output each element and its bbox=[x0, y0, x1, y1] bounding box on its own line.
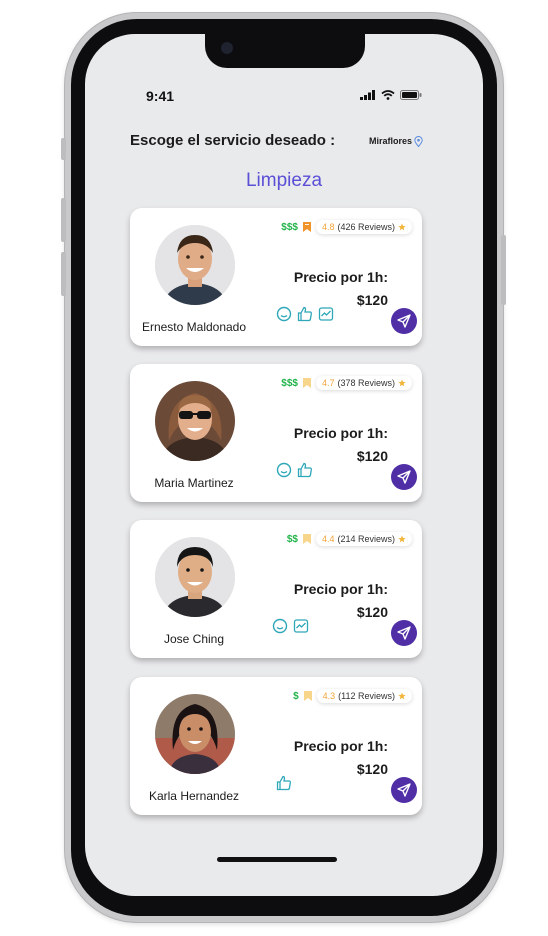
thumbs-up-icon bbox=[297, 462, 312, 478]
volume-down-button bbox=[61, 252, 66, 296]
provider-name: Karla Hernandez bbox=[148, 789, 240, 803]
send-request-button[interactable] bbox=[391, 464, 417, 490]
bookmark-icon[interactable] bbox=[303, 691, 312, 701]
price-label: Precio por 1h: bbox=[293, 269, 388, 285]
status-time: 9:41 bbox=[146, 88, 175, 104]
rating-value: 4.8 bbox=[321, 222, 335, 232]
power-button bbox=[501, 235, 506, 305]
provider-name: Maria Martinez bbox=[154, 476, 234, 490]
price-level: $ bbox=[293, 690, 299, 702]
paper-plane-icon bbox=[397, 783, 411, 797]
app-screen: 9:41 Escoge el servicio deseado : Mirafl… bbox=[85, 34, 483, 896]
star-icon bbox=[398, 535, 406, 543]
status-icons bbox=[360, 90, 422, 100]
volume-up-button bbox=[61, 198, 66, 242]
avatar bbox=[155, 537, 235, 617]
rating-pill: 4.7 (378 Reviews) bbox=[315, 376, 412, 390]
smile-icon bbox=[272, 618, 288, 634]
chart-icon bbox=[293, 619, 309, 633]
bookmark-icon[interactable] bbox=[302, 222, 311, 232]
review-count: (378 Reviews) bbox=[337, 378, 395, 388]
smile-icon bbox=[276, 462, 292, 478]
price-value: $120 bbox=[356, 761, 388, 777]
price-level: $$$ bbox=[281, 377, 298, 389]
price-label: Precio por 1h: bbox=[293, 738, 388, 754]
star-icon bbox=[398, 223, 406, 231]
smile-icon bbox=[276, 306, 292, 322]
send-request-button[interactable] bbox=[391, 620, 417, 646]
review-count: (426 Reviews) bbox=[337, 222, 395, 232]
feature-icons bbox=[276, 306, 334, 322]
rating-row: $$ 4.4 (214 Reviews) bbox=[287, 532, 412, 546]
rating-pill: 4.3 (112 Reviews) bbox=[316, 689, 412, 703]
wifi-icon bbox=[381, 90, 395, 100]
bookmark-icon[interactable] bbox=[302, 378, 311, 388]
notch bbox=[205, 34, 365, 68]
location-pin-icon bbox=[414, 136, 423, 147]
rating-row: $$$ 4.7 (378 Reviews) bbox=[281, 376, 412, 390]
rating-value: 4.4 bbox=[321, 534, 335, 544]
provider-card[interactable]: Ernesto Maldonado $$$ 4.8 (426 Reviews) … bbox=[130, 208, 422, 346]
provider-card[interactable]: Jose Ching $$ 4.4 (214 Reviews) Precio p… bbox=[130, 520, 422, 658]
feature-icons bbox=[276, 775, 292, 791]
provider-name: Ernesto Maldonado bbox=[141, 320, 247, 334]
star-icon bbox=[398, 692, 406, 700]
home-indicator[interactable] bbox=[217, 857, 337, 862]
price-label: Precio por 1h: bbox=[293, 581, 388, 597]
avatar bbox=[155, 225, 235, 305]
bookmark-icon[interactable] bbox=[302, 534, 311, 544]
rating-pill: 4.4 (214 Reviews) bbox=[315, 532, 412, 546]
rating-value: 4.7 bbox=[321, 378, 335, 388]
paper-plane-icon bbox=[397, 626, 411, 640]
page-title: Escoge el servicio deseado : bbox=[130, 132, 336, 149]
star-icon bbox=[398, 379, 406, 387]
price-label: Precio por 1h: bbox=[293, 425, 388, 441]
paper-plane-icon bbox=[397, 470, 411, 484]
section-title: Limpieza bbox=[245, 170, 323, 191]
review-count: (214 Reviews) bbox=[337, 534, 395, 544]
thumbs-up-icon bbox=[297, 306, 312, 322]
rating-row: $$$ 4.8 (426 Reviews) bbox=[281, 220, 412, 234]
feature-icons bbox=[272, 618, 309, 634]
rating-value: 4.3 bbox=[322, 691, 336, 701]
price-value: $120 bbox=[356, 448, 388, 464]
rating-row: $ 4.3 (112 Reviews) bbox=[293, 689, 412, 703]
feature-icons bbox=[276, 462, 313, 478]
location-label: Miraflores bbox=[368, 136, 412, 146]
avatar bbox=[155, 381, 235, 461]
send-request-button[interactable] bbox=[391, 308, 417, 334]
send-request-button[interactable] bbox=[391, 777, 417, 803]
provider-name: Jose Ching bbox=[163, 632, 225, 646]
provider-card[interactable]: Karla Hernandez $ 4.3 (112 Reviews) Prec… bbox=[130, 677, 422, 815]
battery-icon bbox=[400, 90, 422, 100]
price-value: $120 bbox=[356, 604, 388, 620]
thumbs-up-icon bbox=[276, 775, 291, 791]
mute-switch bbox=[61, 138, 66, 160]
avatar bbox=[155, 694, 235, 774]
paper-plane-icon bbox=[397, 314, 411, 328]
signal-icon bbox=[360, 90, 375, 100]
location-selector[interactable]: Miraflores bbox=[369, 136, 423, 147]
chart-icon bbox=[318, 307, 334, 321]
provider-card[interactable]: Maria Martinez $$$ 4.7 (378 Reviews) Pre… bbox=[130, 364, 422, 502]
review-count: (112 Reviews) bbox=[338, 691, 395, 701]
front-camera bbox=[221, 42, 233, 54]
price-value: $120 bbox=[356, 292, 388, 308]
rating-pill: 4.8 (426 Reviews) bbox=[315, 220, 412, 234]
price-level: $$$ bbox=[281, 221, 298, 233]
price-level: $$ bbox=[286, 533, 298, 545]
